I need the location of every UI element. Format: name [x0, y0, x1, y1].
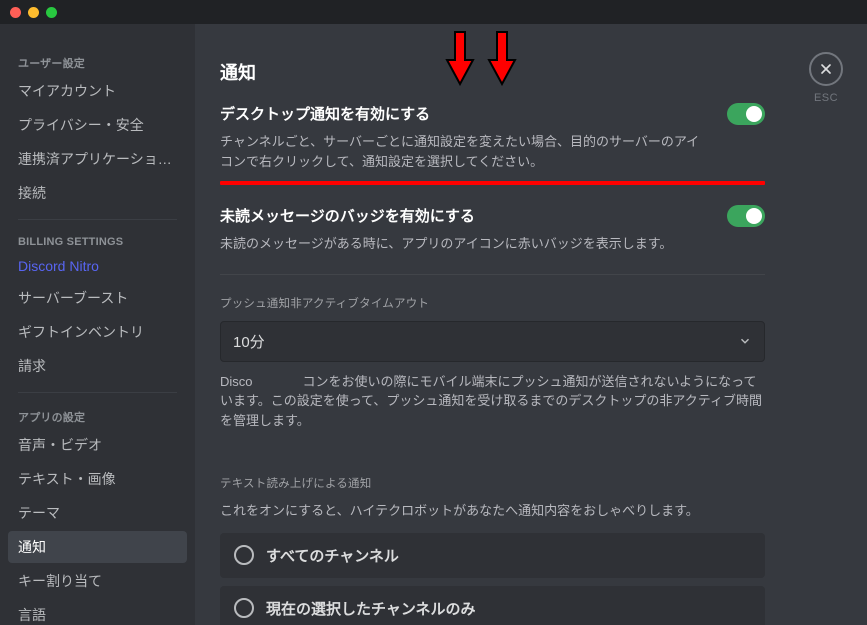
maximize-window-dot[interactable]: [46, 7, 57, 18]
radio-icon: [234, 598, 254, 618]
sidebar-section-header: ユーザー設定: [8, 49, 187, 75]
tts-desc: これをオンにすると、ハイテクロボットがあなたへ通知内容をおしゃべりします。: [220, 501, 765, 521]
sidebar-item-my-account[interactable]: マイアカウント: [8, 75, 187, 107]
sidebar-item-nitro[interactable]: Discord Nitro: [8, 252, 187, 280]
settings-sidebar: ユーザー設定マイアカウントプライバシー・安全連携済アプリケーショ…接続 BILLI…: [0, 24, 195, 625]
sidebar-section-header: アプリの設定: [8, 403, 187, 429]
sidebar-section-header: BILLING SETTINGS: [8, 230, 187, 252]
sidebar-item-boost[interactable]: サーバーブースト: [8, 282, 187, 314]
sidebar-item-gift-inventory[interactable]: ギフトインベントリ: [8, 316, 187, 348]
push-timeout-label: プッシュ通知非アクティブタイムアウト: [220, 295, 765, 311]
sidebar-item-notifications[interactable]: 通知: [8, 531, 187, 563]
desktop-notif-title: デスクトップ通知を有効にする: [220, 103, 712, 124]
chevron-down-icon: [738, 334, 752, 348]
minimize-window-dot[interactable]: [28, 7, 39, 18]
radio-label: すべてのチャンネル: [266, 545, 399, 566]
settings-main: 通知 デスクトップ通知を有効にする チャンネルごと、サーバーごとに通知設定を変え…: [195, 24, 867, 625]
tts-label: テキスト読み上げによる通知: [220, 475, 765, 491]
check-icon: [748, 107, 760, 119]
close-label: ESC: [809, 92, 843, 104]
check-icon: [748, 209, 760, 221]
sidebar-item-billing[interactable]: 請求: [8, 350, 187, 382]
sidebar-item-language[interactable]: 言語: [8, 599, 187, 625]
desktop-notif-desc: チャンネルごと、サーバーごとに通知設定を変えたい場合、目的のサーバーのアイコンで…: [220, 132, 712, 171]
sidebar-item-keybinds[interactable]: キー割り当て: [8, 565, 187, 597]
radio-icon: [234, 545, 254, 565]
sidebar-item-connections[interactable]: 接続: [8, 177, 187, 209]
sidebar-item-privacy[interactable]: プライバシー・安全: [8, 109, 187, 141]
sidebar-item-authorized-apps[interactable]: 連携済アプリケーショ…: [8, 143, 187, 175]
sidebar-item-voice-video[interactable]: 音声・ビデオ: [8, 429, 187, 461]
sidebar-item-text-images[interactable]: テキスト・画像: [8, 463, 187, 495]
sidebar-divider: [18, 392, 177, 393]
sidebar-divider: [18, 219, 177, 220]
close-settings-button[interactable]: [809, 52, 843, 86]
window-titlebar: [0, 0, 867, 24]
push-timeout-select[interactable]: 10分: [220, 321, 765, 362]
unread-badge-toggle[interactable]: [727, 205, 765, 227]
unread-badge-desc: 未読のメッセージがある時に、アプリのアイコンに赤いバッジを表示します。: [220, 234, 712, 254]
sidebar-item-appearance[interactable]: テーマ: [8, 497, 187, 529]
radio-label: 現在の選択したチャンネルのみ: [266, 598, 476, 619]
divider: [220, 274, 765, 275]
close-icon: [818, 61, 834, 77]
push-timeout-value: 10分: [233, 331, 265, 352]
radio-all-channels[interactable]: すべてのチャンネル: [220, 533, 765, 578]
unread-badge-title: 未読メッセージのバッジを有効にする: [220, 205, 712, 226]
page-title: 通知: [220, 59, 765, 85]
radio-current-channel[interactable]: 現在の選択したチャンネルのみ: [220, 586, 765, 625]
close-window-dot[interactable]: [10, 7, 21, 18]
push-timeout-desc: Discordのアイコンをお使いの際にモバイル端末にプッシュ通知が送信されないよ…: [220, 372, 765, 431]
desktop-notif-toggle[interactable]: [727, 103, 765, 125]
